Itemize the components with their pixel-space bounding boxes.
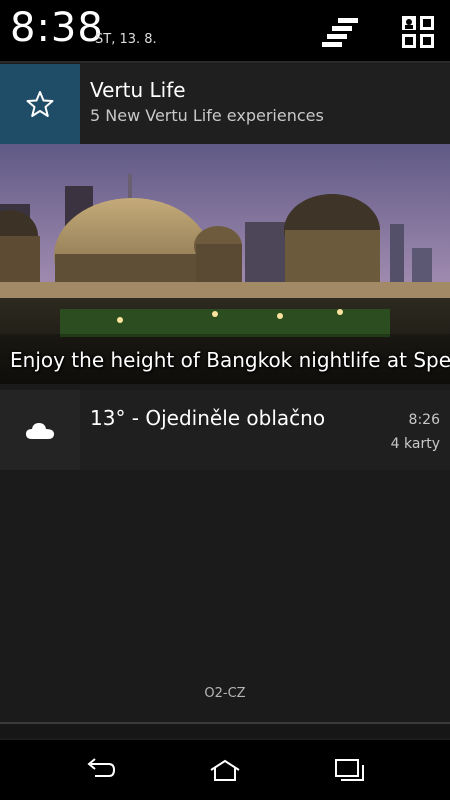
notification-subtitle: 5 New Vertu Life experiences: [90, 106, 324, 125]
notification-header: 8:38 ST, 13. 8.: [0, 0, 450, 63]
recent-apps-button[interactable]: [320, 748, 380, 792]
carrier-label: O2-CZ: [204, 686, 246, 701]
cloud-icon: [26, 423, 54, 439]
banner-caption: Enjoy the height of Bangkok nightlife at…: [10, 348, 450, 372]
navigation-bar: [0, 740, 450, 800]
clock: 8:38: [10, 5, 104, 51]
back-icon: [87, 758, 116, 777]
vertu-icon-tile: [0, 64, 80, 144]
clear-all-icon: [322, 18, 358, 47]
drag-handle[interactable]: [0, 722, 450, 738]
notification-content: Vertu Life 5 New Vertu Life experiences: [80, 64, 450, 144]
home-icon: [210, 759, 240, 781]
back-button[interactable]: [70, 748, 130, 792]
quick-settings-button[interactable]: [396, 10, 440, 54]
notification-title: Vertu Life: [90, 78, 186, 102]
notification-content: 13° - Ojediněle oblačno 8:26 4 karty: [80, 390, 450, 470]
vertu-life-banner[interactable]: Enjoy the height of Bangkok nightlife at…: [0, 144, 450, 384]
star-icon: [26, 91, 54, 117]
weather-title: 13° - Ojediněle oblačno: [90, 406, 326, 430]
weather-notification[interactable]: 13° - Ojediněle oblačno 8:26 4 karty: [0, 390, 450, 470]
home-button[interactable]: [195, 748, 255, 792]
weather-icon-tile: [0, 390, 80, 470]
clear-notifications-button[interactable]: [318, 10, 362, 54]
vertu-life-notification[interactable]: Vertu Life 5 New Vertu Life experiences: [0, 64, 450, 144]
date: ST, 13. 8.: [95, 32, 157, 47]
card-count: 4 karty: [390, 436, 440, 452]
recent-apps-icon: [335, 759, 364, 781]
quick-settings-icon: [402, 16, 434, 48]
notification-time: 8:26: [408, 412, 440, 428]
